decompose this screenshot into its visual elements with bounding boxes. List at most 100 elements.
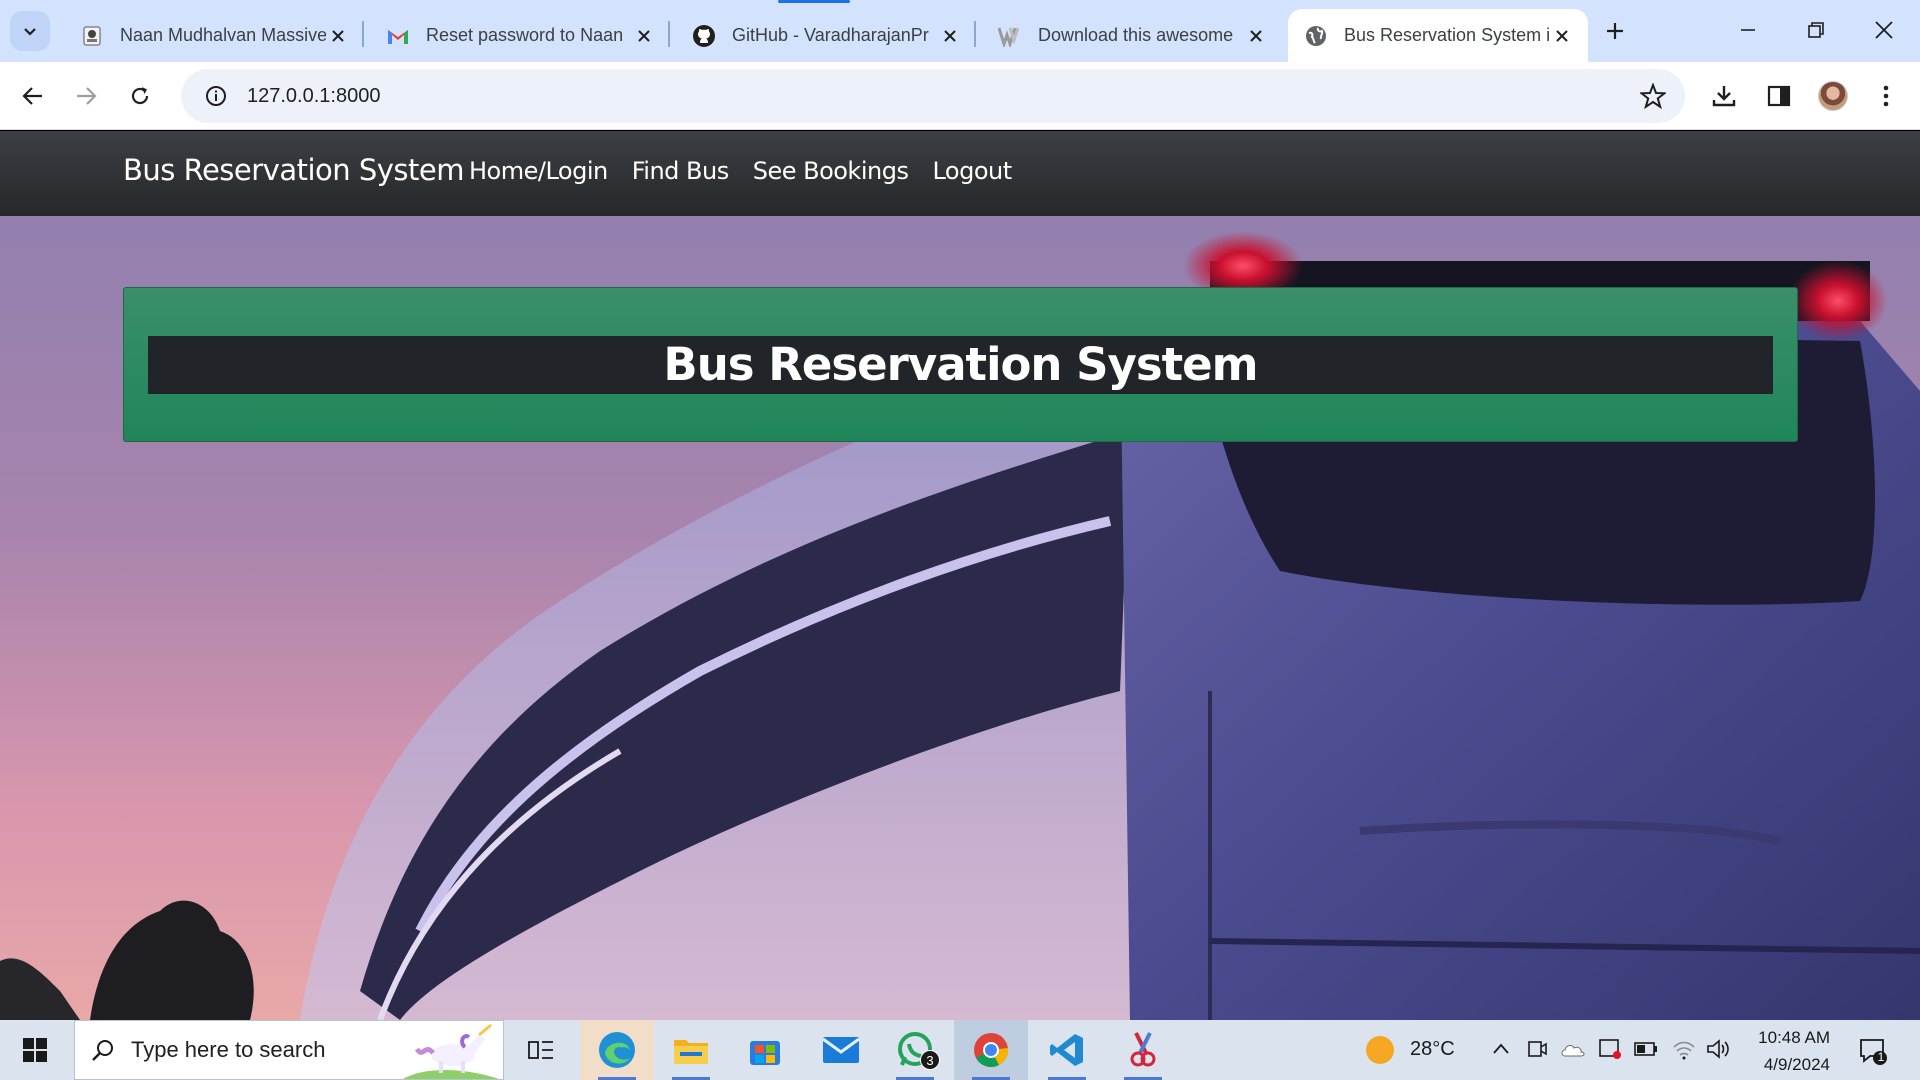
- system-clock[interactable]: 10:48 AM 4/9/2024: [1740, 1024, 1830, 1078]
- tab-loading-indicator: [778, 0, 850, 3]
- reload-icon: [131, 87, 149, 105]
- download-icon: [1712, 86, 1736, 107]
- tab-title: Naan Mudhalvan Massive: [120, 25, 326, 45]
- taskbar-file-explorer[interactable]: [654, 1020, 728, 1080]
- tab-naan-mudhalvan[interactable]: Naan Mudhalvan Massive: [64, 9, 364, 62]
- bookmark-star-icon[interactable]: [1639, 82, 1667, 110]
- graduation-icon: [80, 24, 104, 48]
- update-alert-icon[interactable]: [1598, 1038, 1622, 1060]
- volume-icon[interactable]: [1706, 1038, 1730, 1060]
- github-icon: [692, 24, 716, 48]
- arrow-right-icon: [77, 87, 97, 105]
- reload-button[interactable]: [118, 74, 162, 118]
- whatsapp-badge: 3: [920, 1050, 940, 1070]
- nav-see-bookings[interactable]: See Bookings: [753, 157, 909, 185]
- chevron-up-icon[interactable]: [1492, 1042, 1510, 1056]
- tab-title: Reset password to Naan: [426, 25, 624, 45]
- menu-button[interactable]: [1864, 74, 1908, 118]
- nav-logout[interactable]: Logout: [932, 157, 1012, 185]
- close-icon: [1875, 21, 1893, 39]
- windows-logo-icon: [23, 1038, 47, 1062]
- site-navbar: Bus Reservation System Home/Login Find B…: [0, 131, 1920, 216]
- notification-count: 1: [1877, 1050, 1885, 1064]
- side-panel-icon: [1767, 85, 1791, 107]
- taskbar-mail[interactable]: [804, 1020, 878, 1080]
- edge-icon: [599, 1032, 635, 1068]
- globe-icon: [1304, 24, 1328, 48]
- new-tab-button[interactable]: [1598, 14, 1632, 48]
- address-bar[interactable]: 127.0.0.1:8000: [181, 69, 1685, 123]
- page-viewport: Bus Reservation System Home/Login Find B…: [0, 131, 1920, 1020]
- kebab-menu-icon: [1883, 85, 1889, 107]
- navbar-brand[interactable]: Bus Reservation System: [123, 153, 465, 187]
- restore-button[interactable]: [1782, 0, 1850, 60]
- gmail-icon: [386, 24, 410, 48]
- close-icon[interactable]: [1244, 24, 1268, 48]
- back-button[interactable]: [11, 74, 55, 118]
- vscode-icon: [1050, 1034, 1083, 1066]
- close-icon[interactable]: [938, 24, 962, 48]
- windows-taskbar: Type here to search 3 28°C 10:48 AM 4/9/…: [0, 1020, 1920, 1080]
- site-info-icon[interactable]: [191, 69, 241, 123]
- tab-title: Bus Reservation System i: [1344, 25, 1550, 45]
- browser-tabstrip: Naan Mudhalvan Massive Reset password to…: [0, 0, 1920, 62]
- tab-title: GitHub - VaradharajanPr: [732, 25, 929, 45]
- chevron-down-icon: [24, 28, 36, 36]
- minimize-button[interactable]: [1714, 0, 1782, 60]
- taskbar-snipping-tool[interactable]: [1106, 1020, 1180, 1080]
- close-icon[interactable]: [326, 24, 350, 48]
- w-icon: [998, 24, 1022, 48]
- close-window-button[interactable]: [1850, 0, 1918, 60]
- clock-date: 4/9/2024: [1763, 1055, 1830, 1074]
- meet-now-icon[interactable]: [1526, 1038, 1548, 1060]
- mail-icon: [822, 1037, 860, 1063]
- weather-temp[interactable]: 28°C: [1410, 1038, 1455, 1061]
- taskbar-store[interactable]: [728, 1020, 802, 1080]
- minimize-icon: [1741, 29, 1755, 31]
- start-button[interactable]: [0, 1020, 70, 1080]
- tab-bus-reservation[interactable]: Bus Reservation System i: [1288, 9, 1588, 62]
- tab-gmail[interactable]: Reset password to Naan: [370, 9, 670, 62]
- wifi-icon[interactable]: [1672, 1038, 1696, 1060]
- taskbar-chrome[interactable]: [954, 1020, 1028, 1080]
- side-panel-button[interactable]: [1757, 74, 1801, 118]
- task-view-button[interactable]: [504, 1020, 578, 1080]
- tab-download[interactable]: Download this awesome: [982, 9, 1282, 62]
- tab-separator: [668, 21, 670, 47]
- profile-button[interactable]: [1811, 74, 1855, 118]
- search-placeholder: Type here to search: [131, 1037, 326, 1062]
- store-icon: [750, 1041, 780, 1065]
- downloads-button[interactable]: [1702, 74, 1746, 118]
- avatar: [1818, 81, 1848, 111]
- hero-banner: Bus Reservation System: [123, 287, 1798, 442]
- tab-separator: [362, 21, 364, 47]
- chrome-icon: [974, 1033, 1009, 1067]
- tab-title: Download this awesome: [1038, 25, 1234, 45]
- battery-icon[interactable]: [1634, 1042, 1658, 1056]
- nav-find-bus[interactable]: Find Bus: [632, 157, 729, 185]
- tab-search-button[interactable]: [10, 11, 50, 51]
- onedrive-icon[interactable]: [1560, 1040, 1586, 1058]
- folder-icon: [674, 1040, 708, 1064]
- forward-button[interactable]: [64, 74, 108, 118]
- taskbar-vscode[interactable]: [1030, 1020, 1104, 1080]
- close-icon[interactable]: [632, 24, 656, 48]
- notification-center-button[interactable]: 1: [1856, 1034, 1890, 1068]
- restore-icon: [1808, 22, 1824, 38]
- nav-home-login[interactable]: Home/Login: [469, 157, 608, 185]
- plus-icon: [1607, 23, 1623, 39]
- tab-github[interactable]: GitHub - VaradharajanPr: [676, 9, 976, 62]
- search-icon: [92, 1040, 113, 1061]
- task-view-icon: [528, 1041, 553, 1059]
- navbar-links: Home/Login Find Bus See Bookings Logout: [469, 157, 1036, 185]
- url-text[interactable]: 127.0.0.1:8000: [247, 85, 380, 108]
- close-icon[interactable]: [1550, 24, 1574, 48]
- taskbar-edge[interactable]: [580, 1020, 654, 1080]
- taskbar-whatsapp[interactable]: 3: [878, 1020, 952, 1080]
- taskbar-search-box[interactable]: Type here to search: [74, 1020, 504, 1080]
- arrow-left-icon: [22, 87, 42, 105]
- bus-background-image: [0, 131, 1920, 1020]
- browser-toolbar: 127.0.0.1:8000: [0, 62, 1920, 130]
- hero-title: Bus Reservation System: [148, 336, 1773, 394]
- clock-time: 10:48 AM: [1758, 1028, 1830, 1047]
